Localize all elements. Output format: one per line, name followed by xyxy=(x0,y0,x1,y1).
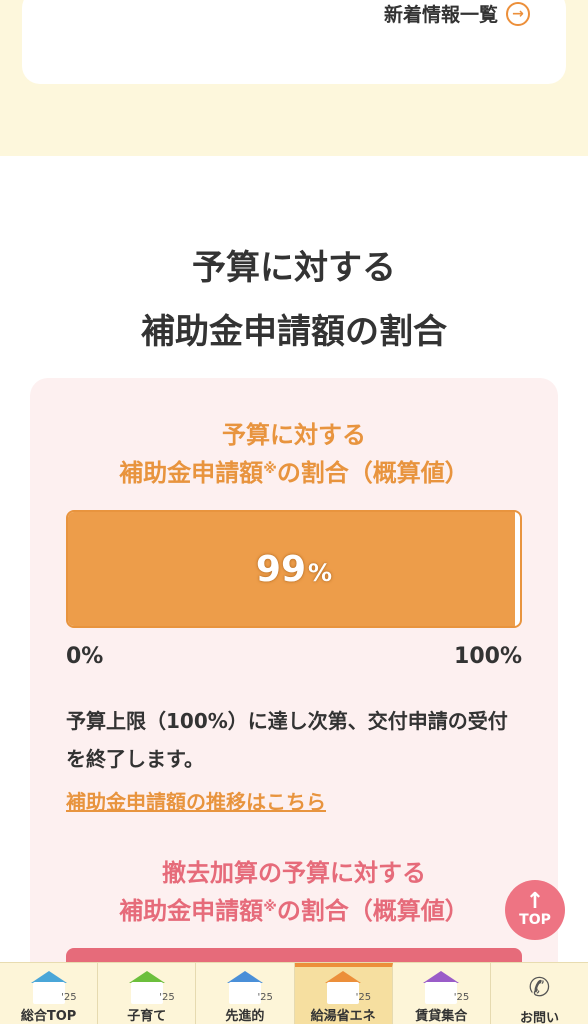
nav-item-advanced[interactable]: ▦ '25 先進的 xyxy=(196,963,295,1024)
phone-icon: ✆ xyxy=(528,973,551,1003)
nav-item-childcare[interactable]: ✕ '25 子育て xyxy=(98,963,197,1024)
percent-unit: % xyxy=(308,559,333,587)
nav-label: 給湯省エネ xyxy=(310,1009,376,1024)
nav-item-general-top[interactable]: ⌂ '25 総合TOP xyxy=(0,963,99,1024)
removal-heading: 撤去加算の予算に対する 補助金申請額※の割合（概算値） xyxy=(30,854,558,930)
scale-min-label: 0% xyxy=(66,644,104,669)
removal-heading-line2: 補助金申請額※の割合（概算値） xyxy=(30,892,558,930)
budget-heading: 予算に対する 補助金申請額※の割合（概算値） xyxy=(30,416,558,492)
budget-progress-bar: 99% xyxy=(66,510,522,628)
house-icon: ⌂ '25 xyxy=(30,971,77,1004)
budget-heading-part-a: 補助金申請額 xyxy=(119,459,264,487)
nav-item-contact[interactable]: ✆ お問い xyxy=(491,963,588,1024)
percent-value: 99 xyxy=(255,548,307,590)
section-title-line2: 補助金申請額の割合 xyxy=(141,312,447,352)
nav-label: 賃貸集合 xyxy=(415,1009,468,1024)
budget-heading-part-b: の割合（概算値） xyxy=(276,459,469,487)
house-icon: ▦ '25 xyxy=(226,971,273,1004)
section-title: 予算に対する 補助金申請額の割合 xyxy=(0,236,588,364)
budget-panel: 予算に対する 補助金申請額※の割合（概算値） 99% 0% 100% 予算上限（… xyxy=(30,378,558,1024)
removal-heading-line1: 撤去加算の予算に対する xyxy=(162,859,426,887)
arrow-up-icon: ↑ xyxy=(525,889,545,914)
footnote-mark: ※ xyxy=(263,461,277,477)
budget-heading-line2: 補助金申請額※の割合（概算値） xyxy=(30,454,558,492)
budget-note: 予算上限（100%）に達し次第、交付申請の受付を終了します。 xyxy=(66,709,508,771)
section-title-line1: 予算に対する xyxy=(192,248,396,288)
budget-progress-label: 99% xyxy=(68,512,520,626)
bottom-nav: ⌂ '25 総合TOP ✕ '25 子育て ▦ '25 先進的 ♨ '25 給湯省エネ … xyxy=(0,962,588,1024)
scale-max-label: 100% xyxy=(454,644,522,669)
back-to-top-label: TOP xyxy=(519,912,551,928)
back-to-top-button[interactable]: ↑ TOP xyxy=(505,880,565,940)
nav-label: 総合TOP xyxy=(20,1009,77,1024)
nav-item-rental[interactable]: ▭ '25 賃貸集合 xyxy=(393,963,491,1024)
house-icon: ♨ '25 xyxy=(325,971,371,1004)
nav-label: 先進的 xyxy=(225,1009,265,1024)
nav-label: お問い xyxy=(519,1011,559,1024)
nav-label: 子育て xyxy=(127,1009,167,1024)
footnote-mark: ※ xyxy=(263,899,277,915)
nav-item-water-heater[interactable]: ♨ '25 給湯省エネ xyxy=(294,963,393,1024)
news-list-label: 新着情報一覧 xyxy=(383,4,498,26)
arrow-right-icon: → xyxy=(506,1,530,26)
removal-heading-part-b: の割合（概算値） xyxy=(276,897,469,925)
budget-heading-line1: 予算に対する xyxy=(222,421,366,449)
removal-heading-part-a: 補助金申請額 xyxy=(119,897,264,925)
house-icon: ✕ '25 xyxy=(128,971,175,1004)
news-card: 新着情報一覧 → xyxy=(22,0,566,84)
news-list-link[interactable]: 新着情報一覧 → xyxy=(384,0,530,27)
house-icon: ▭ '25 xyxy=(423,971,469,1004)
application-trend-link[interactable]: 補助金申請額の推移はこちら xyxy=(66,786,326,815)
news-band: 新着情報一覧 → xyxy=(0,0,588,156)
